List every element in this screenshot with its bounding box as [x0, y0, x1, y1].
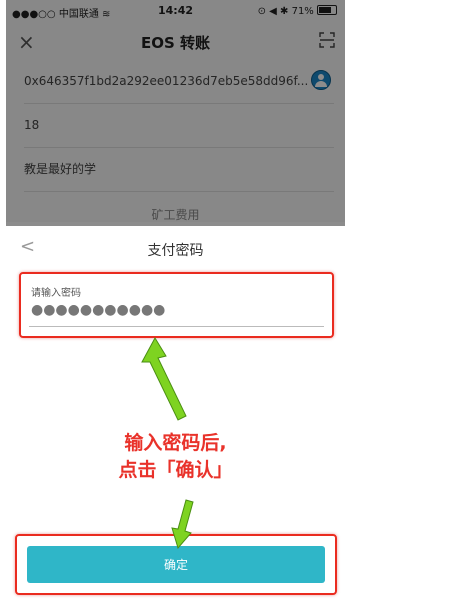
password-label: 请输入密码 [31, 288, 81, 299]
dim-overlay[interactable] [6, 0, 345, 226]
sheet-title: 支付密码 [147, 243, 204, 259]
annotation-line-2: 点击「确认」 [118, 459, 233, 481]
confirm-highlight-frame: 确定 [15, 534, 337, 595]
password-sheet: < 支付密码 请输入密码 ●●●●●●●●●●● 输入密码后, 点击「确认」 确… [6, 226, 345, 607]
password-input[interactable]: ●●●●●●●●●●● [31, 302, 165, 318]
password-underline [29, 326, 324, 327]
confirm-button[interactable]: 确定 [27, 546, 325, 583]
phone-screen: ●●●○○ 中国联通 ≋ 14:42 ⊙ ◀ ✱ 71% × EOS 转账 0x… [6, 0, 345, 607]
password-highlight-frame: 请输入密码 ●●●●●●●●●●● [19, 272, 334, 338]
annotation-line-1: 输入密码后, [124, 432, 227, 454]
annotation-text: 输入密码后, 点击「确认」 [6, 430, 345, 484]
